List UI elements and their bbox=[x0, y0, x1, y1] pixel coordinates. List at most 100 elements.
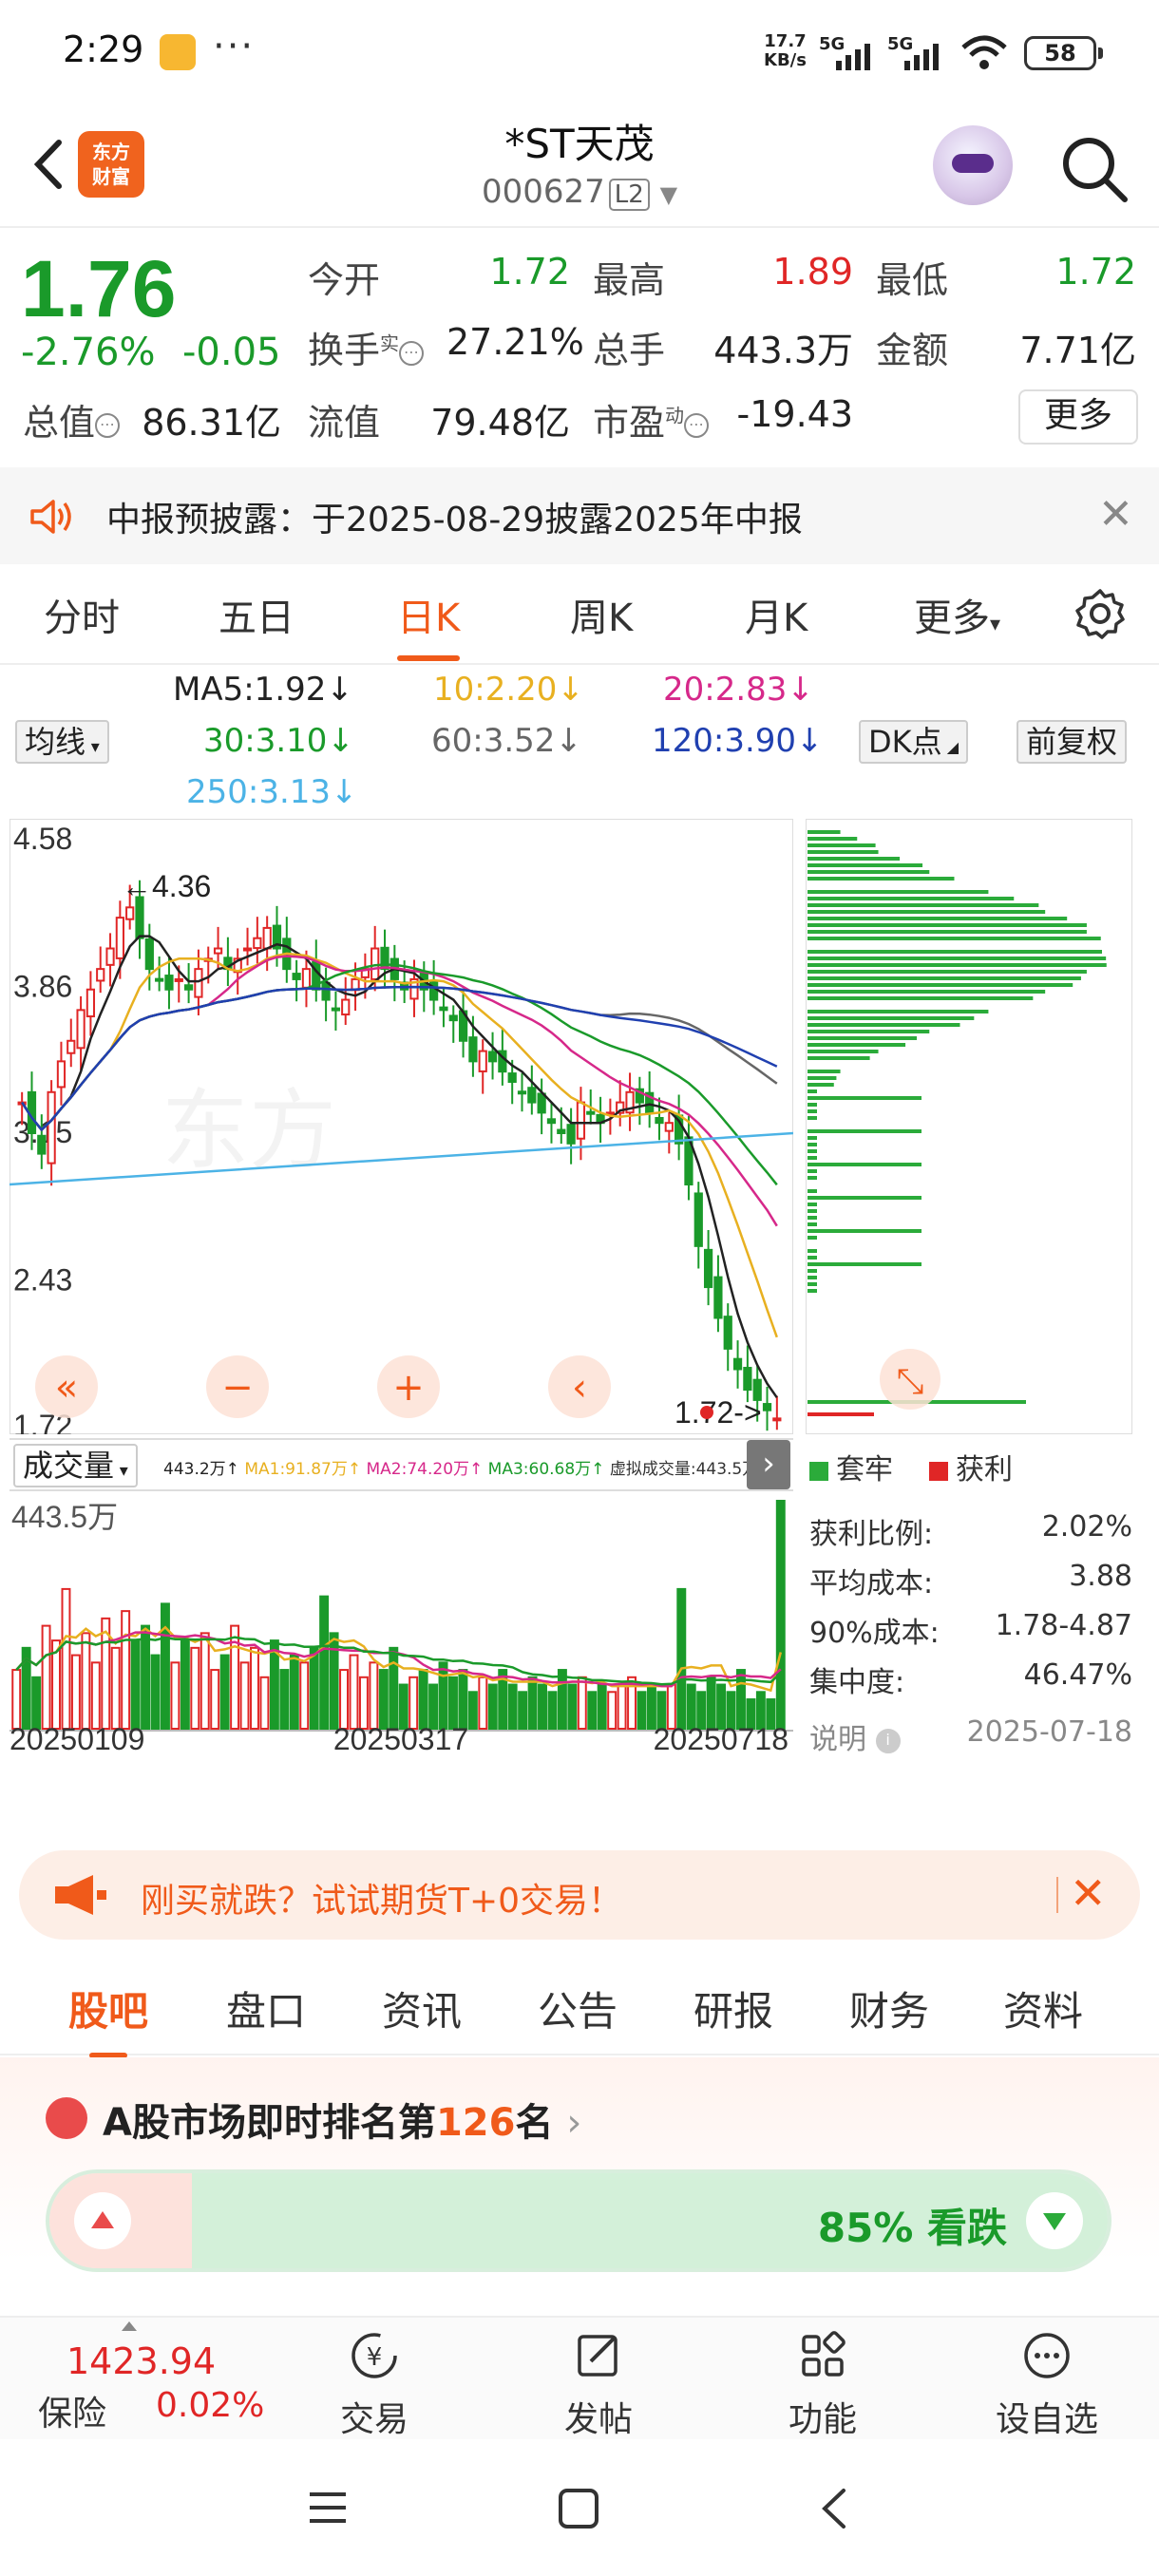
candle-body bbox=[86, 988, 96, 1018]
close-icon[interactable]: ✕ bbox=[1098, 490, 1133, 539]
nav-post[interactable]: 发帖 bbox=[532, 2327, 665, 2441]
volume-bar bbox=[567, 1683, 578, 1730]
chip-bar bbox=[808, 1282, 817, 1286]
chip-bar bbox=[808, 923, 1087, 927]
volume-bar bbox=[358, 1676, 369, 1731]
chevron-down-icon: ▼ bbox=[659, 181, 678, 208]
index-value[interactable]: 1423.94 bbox=[66, 2340, 216, 2382]
tab-five-day[interactable]: 五日 bbox=[218, 587, 294, 642]
candle-body bbox=[301, 968, 312, 989]
home-icon[interactable] bbox=[557, 2487, 600, 2530]
chip-bar bbox=[808, 1249, 817, 1253]
gear-icon[interactable] bbox=[1074, 587, 1127, 640]
candle-body bbox=[56, 1060, 66, 1089]
tab-daily-k[interactable]: 日K bbox=[397, 587, 461, 661]
vote-up-button[interactable] bbox=[74, 2192, 131, 2249]
futures-ad-banner[interactable]: 刚买就跌？试试期货T+0交易！ ✕ bbox=[19, 1850, 1140, 1940]
volume-bar bbox=[636, 1691, 647, 1731]
pe-label[interactable]: 市盈动 ⋯ bbox=[593, 393, 710, 445]
more-quote-button[interactable]: 更多 bbox=[1018, 389, 1138, 445]
nav-trade[interactable]: ¥ 交易 bbox=[308, 2327, 441, 2441]
nav-watchlist[interactable]: 设自选 bbox=[980, 2327, 1113, 2441]
candle-body bbox=[115, 917, 124, 959]
chip-note[interactable]: 说明 i 2025-07-18 bbox=[809, 1715, 1132, 1763]
tab-monthly-k[interactable]: 月K bbox=[745, 587, 808, 642]
candle-body bbox=[105, 947, 115, 966]
chip-stat-concentration: 集中度: 46.47% bbox=[809, 1658, 1132, 1699]
nav-functions[interactable]: 功能 bbox=[756, 2327, 889, 2441]
status-time: 2:29 bbox=[63, 28, 144, 70]
volume-bar bbox=[150, 1654, 161, 1730]
menu-icon[interactable] bbox=[306, 2489, 350, 2527]
double-left-icon: « bbox=[55, 1366, 78, 1410]
rank-text[interactable]: A股市场即时排名第126名 › bbox=[103, 2092, 581, 2147]
candle-body bbox=[713, 1276, 723, 1319]
search-icon[interactable] bbox=[1056, 131, 1132, 207]
period-tabs: 分时 五日 日K 周K 月K 更多▾ bbox=[0, 566, 1159, 665]
tab-announcements[interactable]: 公告 bbox=[538, 1979, 618, 2037]
turnover-label[interactable]: 换手实 ⋯ bbox=[308, 321, 425, 373]
grid-icon bbox=[802, 2331, 846, 2377]
chip-bar bbox=[808, 950, 1102, 954]
candle-body bbox=[517, 1090, 527, 1095]
tab-finance[interactable]: 财务 bbox=[849, 1979, 929, 2037]
candle-body bbox=[213, 947, 223, 955]
tab-pankou[interactable]: 盘口 bbox=[226, 1979, 306, 2037]
chip-bar bbox=[808, 1016, 975, 1020]
earnings-notice-bar[interactable]: 中报预披露：于2025-08-29披露2025年中报 ✕ bbox=[0, 467, 1159, 564]
mktcap-label[interactable]: 总值 ⋯ bbox=[23, 393, 121, 445]
chip-bar bbox=[808, 903, 1039, 907]
chip-bar bbox=[808, 1089, 817, 1093]
volume-label: 总手 bbox=[593, 330, 666, 371]
chip-bar bbox=[808, 937, 1101, 940]
chip-bar bbox=[808, 1276, 817, 1279]
vote-down-button[interactable] bbox=[1026, 2192, 1083, 2249]
volume-bar bbox=[487, 1683, 498, 1730]
dk-point-button[interactable]: DK点 ◢ bbox=[859, 720, 969, 764]
candle-body bbox=[174, 977, 183, 982]
ai-assistant-avatar[interactable] bbox=[933, 125, 1013, 205]
chip-distribution-chart[interactable]: ⤡ bbox=[806, 819, 1132, 1434]
adjust-button[interactable]: 前复权 bbox=[1016, 720, 1128, 764]
wifi-icon bbox=[961, 35, 1007, 69]
tab-weekly-k[interactable]: 周K bbox=[570, 587, 633, 642]
chip-bar bbox=[808, 1136, 817, 1140]
triangle-up-icon bbox=[122, 2321, 137, 2331]
ma-selector[interactable]: 均线 ▾ bbox=[15, 720, 109, 764]
volume-chart[interactable]: 443.5万 20250109 20250317 20250718 bbox=[10, 1491, 793, 1757]
expand-arrow-icon[interactable]: › bbox=[747, 1440, 790, 1489]
tab-news[interactable]: 资讯 bbox=[382, 1979, 462, 2037]
signal-1-icon bbox=[836, 38, 870, 70]
chip-bar bbox=[808, 890, 989, 894]
chip-bar bbox=[808, 1103, 817, 1107]
chip-bar bbox=[808, 976, 1081, 980]
chip-bar bbox=[808, 1109, 817, 1113]
level2-badge: L2 bbox=[608, 179, 650, 211]
chip-bar bbox=[808, 1189, 817, 1193]
tab-profile[interactable]: 资料 bbox=[1003, 1979, 1083, 2037]
chip-bar bbox=[808, 857, 901, 861]
tab-guba[interactable]: 股吧 bbox=[68, 1979, 148, 2058]
tab-intraday[interactable]: 分时 bbox=[44, 587, 120, 642]
chip-bar bbox=[808, 870, 930, 874]
volume-bar bbox=[378, 1669, 389, 1730]
candle-body bbox=[47, 1090, 56, 1165]
candle-body bbox=[331, 1007, 341, 1012]
chevron-down-icon: ▾ bbox=[114, 1461, 128, 1481]
candle-body bbox=[341, 998, 351, 1016]
chip-bar bbox=[808, 1176, 817, 1180]
notice-text: 中报预披露：于2025-08-29披露2025年中报 bbox=[106, 501, 803, 540]
candlestick-chart[interactable]: 东方 4.583.863.152.431.72←4.361.72->« − + ‹ bbox=[10, 819, 793, 1434]
tab-more[interactable]: 更多▾ bbox=[914, 587, 1000, 642]
volume-bar bbox=[70, 1654, 81, 1730]
mktcap-value: 86.31亿 bbox=[142, 402, 281, 444]
system-nav-bar bbox=[0, 2439, 1159, 2576]
candle-body bbox=[537, 1092, 546, 1114]
back-nav-icon[interactable] bbox=[815, 2485, 853, 2532]
close-icon[interactable]: ✕ bbox=[1070, 1867, 1107, 1919]
tab-research[interactable]: 研报 bbox=[694, 1979, 773, 2037]
triangle-down-icon bbox=[1043, 2213, 1066, 2230]
candle-body bbox=[183, 984, 194, 991]
volume-selector[interactable]: 成交量 ▾ bbox=[13, 1444, 138, 1487]
chip-stat-90-cost: 90%成本: 1.78-4.87 bbox=[809, 1609, 1132, 1650]
